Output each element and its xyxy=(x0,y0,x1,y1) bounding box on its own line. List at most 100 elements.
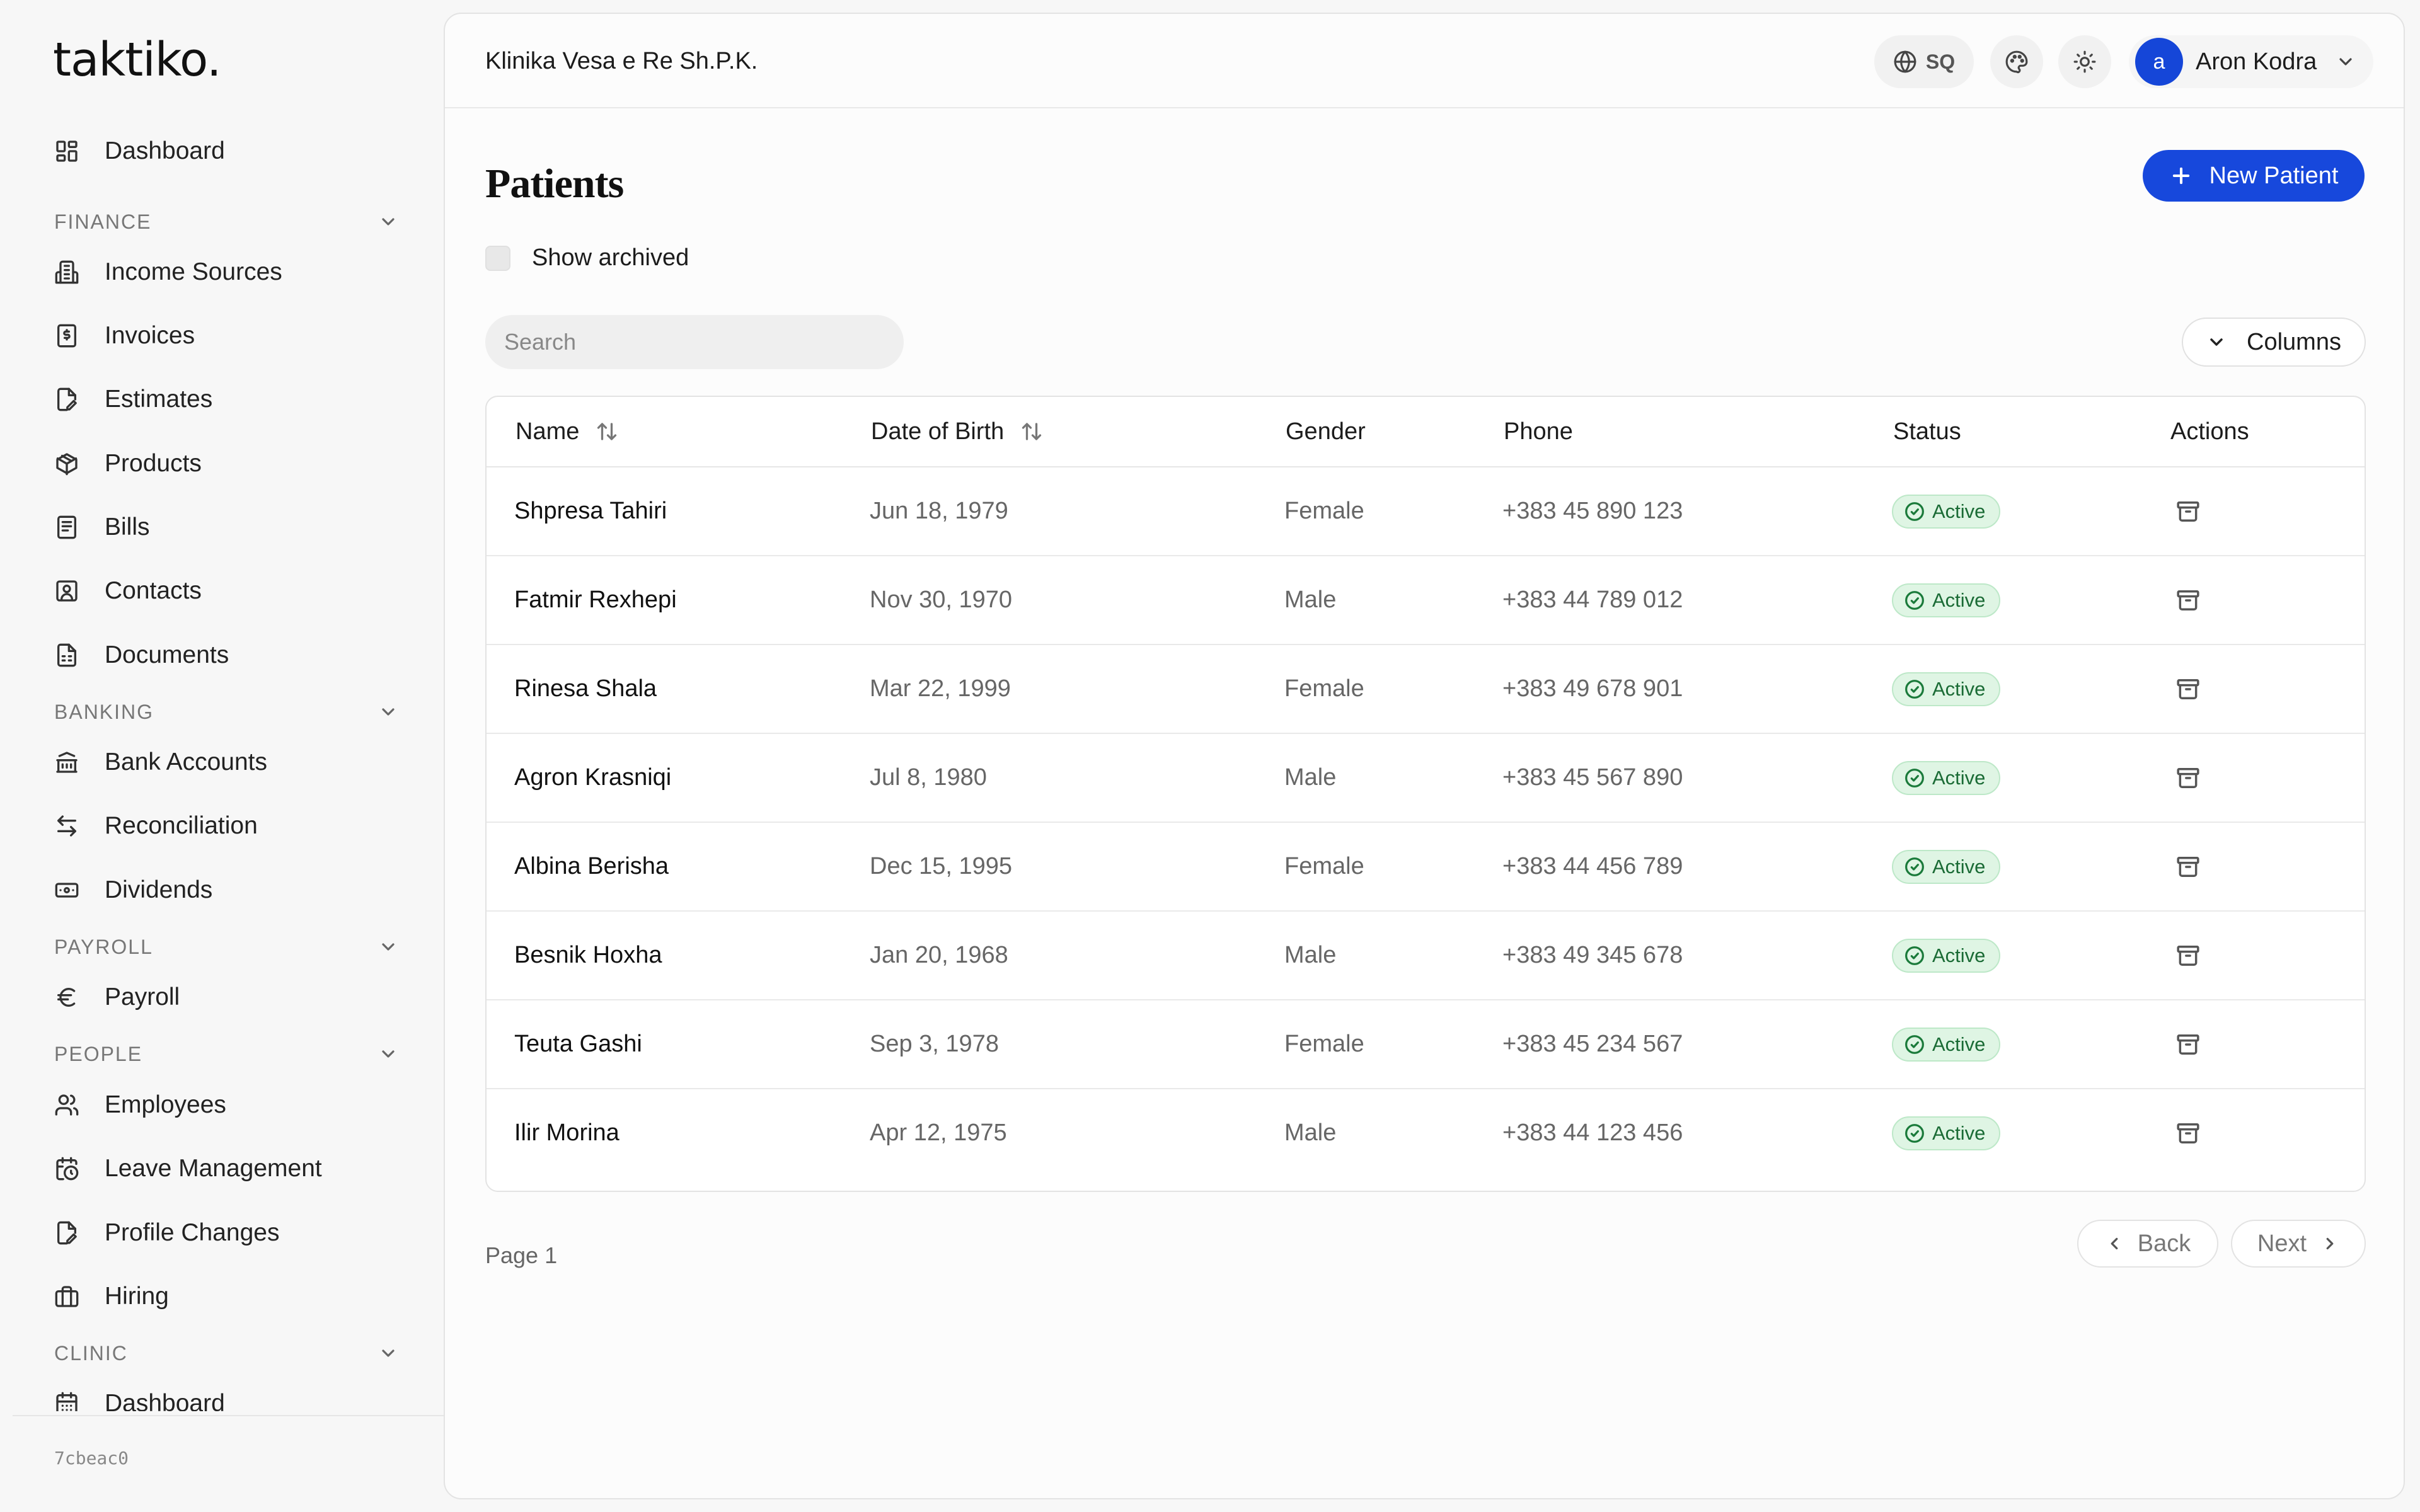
user-menu-button[interactable]: a Aron Kodra xyxy=(2129,35,2373,88)
light-mode-button[interactable] xyxy=(2058,35,2111,88)
globe-icon xyxy=(1894,50,1916,73)
column-header-status: Status xyxy=(1893,397,1961,466)
sidebar-item-leave-management[interactable]: Leave Management xyxy=(53,1146,406,1191)
patient-gender: Female xyxy=(1284,853,1364,879)
patient-name[interactable]: Ilir Morina xyxy=(514,1089,619,1177)
table-row[interactable]: Ilir Morina Apr 12, 1975 Male +383 44 123 4… xyxy=(487,1089,2365,1178)
archive-button[interactable] xyxy=(2169,848,2207,886)
patient-name[interactable]: Albina Berisha xyxy=(514,823,669,910)
status-cell: Active xyxy=(1892,467,2001,555)
table-row[interactable]: Shpresa Tahiri Jun 18, 1979 Female +383 45 … xyxy=(487,467,2365,556)
sidebar-item-bank-accounts[interactable]: Bank Accounts xyxy=(53,740,406,785)
table-row[interactable]: Agron Krasniqi Jul 8, 1980 Male +383 45 567… xyxy=(487,734,2365,823)
archive-icon xyxy=(2177,1034,2199,1055)
sidebar-item-products[interactable]: Products xyxy=(53,441,406,486)
chevron-down-icon xyxy=(382,708,395,716)
section-finance[interactable]: FINANCE xyxy=(54,204,398,239)
status-label: Active xyxy=(1932,500,1986,522)
column-header-label: Status xyxy=(1893,418,1961,445)
section-banking[interactable]: BANKING xyxy=(54,694,398,730)
section-label: CLINIC xyxy=(54,1341,128,1365)
section-label: BANKING xyxy=(54,700,154,723)
sidebar-item-dashboard[interactable]: Dashboard xyxy=(53,129,406,174)
show-archived-checkbox[interactable] xyxy=(485,245,510,271)
sidebar-item-hiring[interactable]: Hiring xyxy=(53,1274,406,1319)
document-icon xyxy=(53,641,81,669)
page-title: Patients xyxy=(485,161,624,207)
sidebar-item-employees[interactable]: Employees xyxy=(53,1082,406,1128)
patient-name[interactable]: Agron Krasniqi xyxy=(514,734,671,822)
archive-button[interactable] xyxy=(2169,1114,2207,1152)
sidebar-item-bills[interactable]: Bills xyxy=(53,505,406,550)
actions-cell xyxy=(2169,734,2207,822)
section-payroll[interactable]: PAYROLL xyxy=(54,929,398,965)
sidebar-item-label: Estimates xyxy=(105,386,213,413)
back-button[interactable]: Back xyxy=(2077,1220,2218,1268)
column-header-dob[interactable]: Date of Birth xyxy=(871,397,1043,466)
check-circle-icon xyxy=(1905,857,1924,876)
show-archived-toggle[interactable]: Show archived xyxy=(485,244,689,272)
patient-name[interactable]: Shpresa Tahiri xyxy=(514,467,667,555)
section-clinic[interactable]: CLINIC xyxy=(54,1336,398,1371)
archive-button[interactable] xyxy=(2169,937,2207,975)
sidebar-item-label: Leave Management xyxy=(105,1155,322,1182)
archive-button[interactable] xyxy=(2169,581,2207,619)
patient-gender: Male xyxy=(1284,764,1337,791)
archive-button[interactable] xyxy=(2169,759,2207,797)
actions-cell xyxy=(2169,645,2207,733)
table-row[interactable]: Rinesa Shala Mar 22, 1999 Female +383 49 67… xyxy=(487,645,2365,734)
euro-icon xyxy=(53,983,81,1011)
sidebar-item-income-sources[interactable]: Income Sources xyxy=(53,249,406,295)
sidebar-item-documents[interactable]: Documents xyxy=(53,633,406,678)
theme-palette-button[interactable] xyxy=(1990,35,2043,88)
check-circle-icon xyxy=(1905,501,1924,521)
column-header-name[interactable]: Name xyxy=(516,397,618,466)
patient-name[interactable]: Besnik Hoxha xyxy=(514,912,662,999)
sidebar-item-estimates[interactable]: Estimates xyxy=(53,377,406,422)
archive-button[interactable] xyxy=(2169,1026,2207,1063)
sidebar-item-payroll[interactable]: Payroll xyxy=(53,975,406,1020)
language-button[interactable]: SQ xyxy=(1874,35,1974,88)
column-header-label: Gender xyxy=(1286,418,1366,445)
columns-button[interactable]: Columns xyxy=(2182,318,2366,367)
main-panel: Klinika Vesa e Re Sh.P.K. SQ a Aron Kodr… xyxy=(444,13,2405,1499)
status-badge: Active xyxy=(1892,672,2001,706)
sidebar-item-reconciliation[interactable]: Reconciliation xyxy=(53,803,406,849)
sidebar-item-label: Hiring xyxy=(105,1283,169,1310)
patient-name[interactable]: Rinesa Shala xyxy=(514,645,657,733)
table-row[interactable]: Teuta Gashi Sep 3, 1978 Female +383 45 234 … xyxy=(487,1000,2365,1089)
patient-name[interactable]: Fatmir Rexhepi xyxy=(514,556,677,644)
patient-phone: +383 45 234 567 xyxy=(1502,1031,1683,1057)
patient-dob: Jun 18, 1979 xyxy=(870,498,1008,524)
table-row[interactable]: Besnik Hoxha Jan 20, 1968 Male +383 49 345 … xyxy=(487,912,2365,1000)
invoice-icon xyxy=(53,322,81,350)
patient-phone: +383 49 678 901 xyxy=(1502,675,1683,702)
table-row[interactable]: Albina Berisha Dec 15, 1995 Female +383 44 … xyxy=(487,823,2365,912)
next-button[interactable]: Next xyxy=(2231,1220,2366,1268)
patient-phone: +383 45 890 123 xyxy=(1502,498,1683,524)
palette-icon xyxy=(2005,50,2028,74)
sidebar-item-contacts[interactable]: Contacts xyxy=(53,568,406,614)
new-patient-label: New Patient xyxy=(2209,162,2339,189)
sidebar-item-label: Bills xyxy=(105,513,150,541)
receipt-icon xyxy=(53,513,81,541)
sidebar: taktiko. Dashboard FINANCE Income Source… xyxy=(0,0,444,1512)
status-badge: Active xyxy=(1892,494,2001,529)
section-people[interactable]: PEOPLE xyxy=(54,1036,398,1072)
sidebar-item-label: Bank Accounts xyxy=(105,748,267,776)
topbar: Klinika Vesa e Re Sh.P.K. SQ a Aron Kodr… xyxy=(445,14,2404,108)
sidebar-item-clinic-dashboard[interactable]: Dashboard xyxy=(53,1381,406,1411)
archive-button[interactable] xyxy=(2169,670,2207,708)
sidebar-item-dividends[interactable]: Dividends xyxy=(53,868,406,913)
calendar-icon xyxy=(53,1390,81,1411)
patient-name[interactable]: Teuta Gashi xyxy=(514,1000,642,1088)
chevron-down-icon xyxy=(382,218,395,226)
archive-button[interactable] xyxy=(2169,493,2207,530)
sidebar-item-profile-changes[interactable]: Profile Changes xyxy=(53,1210,406,1256)
sidebar-item-invoices[interactable]: Invoices xyxy=(53,313,406,358)
check-circle-icon xyxy=(1905,1123,1924,1143)
section-label: FINANCE xyxy=(54,210,152,233)
search-input[interactable] xyxy=(485,315,904,369)
table-row[interactable]: Fatmir Rexhepi Nov 30, 1970 Male +383 44 78… xyxy=(487,556,2365,645)
new-patient-button[interactable]: New Patient xyxy=(2143,150,2365,202)
